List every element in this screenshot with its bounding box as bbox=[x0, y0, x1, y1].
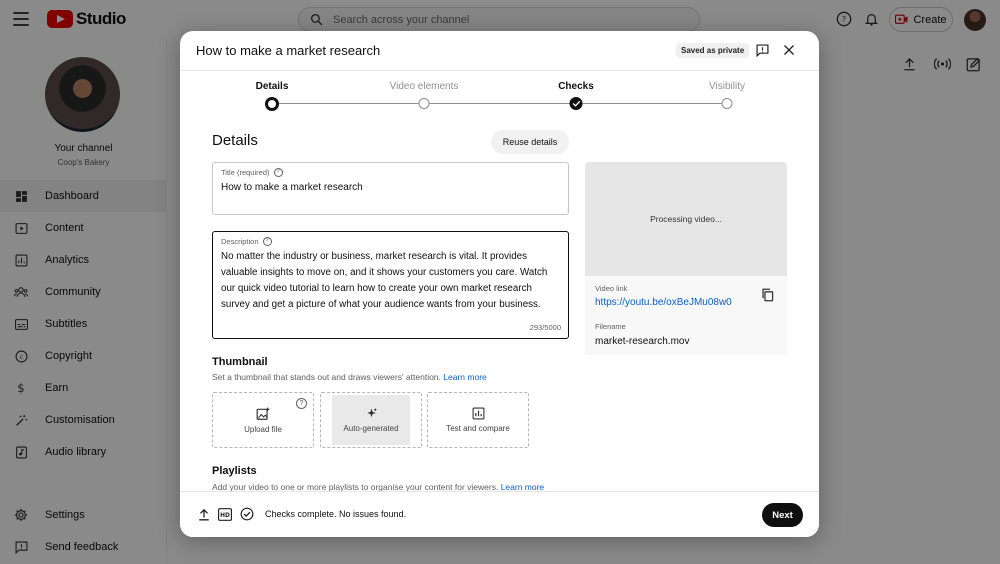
title-field-label: Title (required) ? bbox=[221, 168, 283, 177]
step-checks-dot[interactable] bbox=[569, 97, 583, 110]
thumbnail-learn-more-link[interactable]: Learn more bbox=[443, 372, 486, 382]
step-visibility-dot[interactable] bbox=[721, 98, 733, 109]
auto-generated-preview: Auto-generated bbox=[332, 395, 410, 445]
sparkle-icon bbox=[366, 408, 377, 418]
checks-status-icon[interactable] bbox=[240, 507, 254, 521]
playlists-description: Add your video to one or more playlists … bbox=[212, 482, 544, 491]
video-link-label: Video link bbox=[595, 284, 628, 293]
chart-icon bbox=[472, 407, 484, 420]
title-label-text: Title (required) bbox=[221, 168, 270, 177]
step-connector bbox=[272, 103, 424, 104]
close-icon[interactable] bbox=[781, 42, 797, 58]
description-label-text: Description bbox=[221, 237, 259, 246]
section-title: Details bbox=[212, 132, 258, 149]
filename-label: Filename bbox=[595, 322, 626, 331]
dialog-footer: HD Checks complete. No issues found. Nex… bbox=[180, 491, 819, 537]
help-icon[interactable]: ? bbox=[262, 237, 272, 246]
upload-image-icon bbox=[256, 407, 270, 420]
report-issue-icon[interactable] bbox=[754, 42, 770, 58]
character-counter: 293/5000 bbox=[529, 323, 561, 332]
hd-icon[interactable]: HD bbox=[218, 507, 232, 521]
saved-status-badge: Saved as private bbox=[676, 43, 750, 58]
description-field-label: Description ? bbox=[221, 237, 272, 246]
playlists-learn-more-link[interactable]: Learn more bbox=[501, 482, 544, 491]
copy-icon[interactable] bbox=[761, 288, 775, 302]
playlists-title: Playlists bbox=[212, 465, 257, 477]
processing-status: Processing video... bbox=[650, 214, 722, 224]
thumbnail-title: Thumbnail bbox=[212, 356, 268, 368]
title-input[interactable]: How to make a market research bbox=[221, 182, 363, 193]
step-connector bbox=[576, 103, 727, 104]
step-video-elements-label[interactable]: Video elements bbox=[390, 81, 459, 92]
step-connector bbox=[424, 103, 576, 104]
upload-thumbnail-option[interactable]: Upload file ? bbox=[212, 392, 314, 448]
help-icon[interactable]: ? bbox=[296, 398, 307, 409]
thumbnail-option-label: Upload file bbox=[244, 424, 282, 434]
step-visibility-label[interactable]: Visibility bbox=[709, 81, 745, 92]
upload-status-icon[interactable] bbox=[197, 507, 211, 521]
thumbnail-option-label: Auto-generated bbox=[343, 424, 399, 433]
video-preview[interactable]: Processing video... bbox=[585, 162, 787, 276]
thumbnail-description: Set a thumbnail that stands out and draw… bbox=[212, 372, 487, 382]
dialog-header: How to make a market research Saved as p… bbox=[180, 31, 819, 71]
thumbnail-desc-text: Set a thumbnail that stands out and draw… bbox=[212, 372, 441, 382]
help-icon[interactable]: ? bbox=[273, 168, 283, 177]
dialog-title: How to make a market research bbox=[196, 43, 381, 58]
filename: market-research.mov bbox=[595, 336, 690, 347]
checks-status-text: Checks complete. No issues found. bbox=[265, 509, 407, 519]
step-video-elements-dot[interactable] bbox=[418, 98, 430, 109]
title-field[interactable]: Title (required) ? How to make a market … bbox=[212, 162, 569, 215]
thumbnail-option-label: Test and compare bbox=[446, 424, 510, 433]
video-link[interactable]: https://youtu.be/oxBeJMu08w0 bbox=[595, 297, 732, 308]
check-icon bbox=[572, 100, 580, 107]
next-button[interactable]: Next bbox=[762, 503, 803, 527]
step-details-label[interactable]: Details bbox=[256, 81, 289, 92]
reuse-details-button[interactable]: Reuse details bbox=[491, 130, 569, 154]
details-form[interactable]: Details Reuse details Title (required) ?… bbox=[180, 122, 819, 491]
playlists-desc-text: Add your video to one or more playlists … bbox=[212, 482, 499, 491]
step-checks-label[interactable]: Checks bbox=[558, 81, 594, 92]
upload-details-dialog: How to make a market research Saved as p… bbox=[180, 31, 819, 537]
step-details-dot[interactable] bbox=[265, 97, 279, 111]
auto-generated-thumbnail-option[interactable]: Auto-generated bbox=[320, 392, 422, 448]
description-field[interactable]: Description ? No matter the industry or … bbox=[212, 231, 569, 339]
hd-badge-text: HD bbox=[220, 513, 230, 519]
test-and-compare-option[interactable]: Test and compare bbox=[427, 392, 529, 448]
description-input[interactable]: No matter the industry or business, mark… bbox=[221, 249, 551, 313]
video-preview-card: Processing video... Video link https://y… bbox=[585, 162, 787, 355]
